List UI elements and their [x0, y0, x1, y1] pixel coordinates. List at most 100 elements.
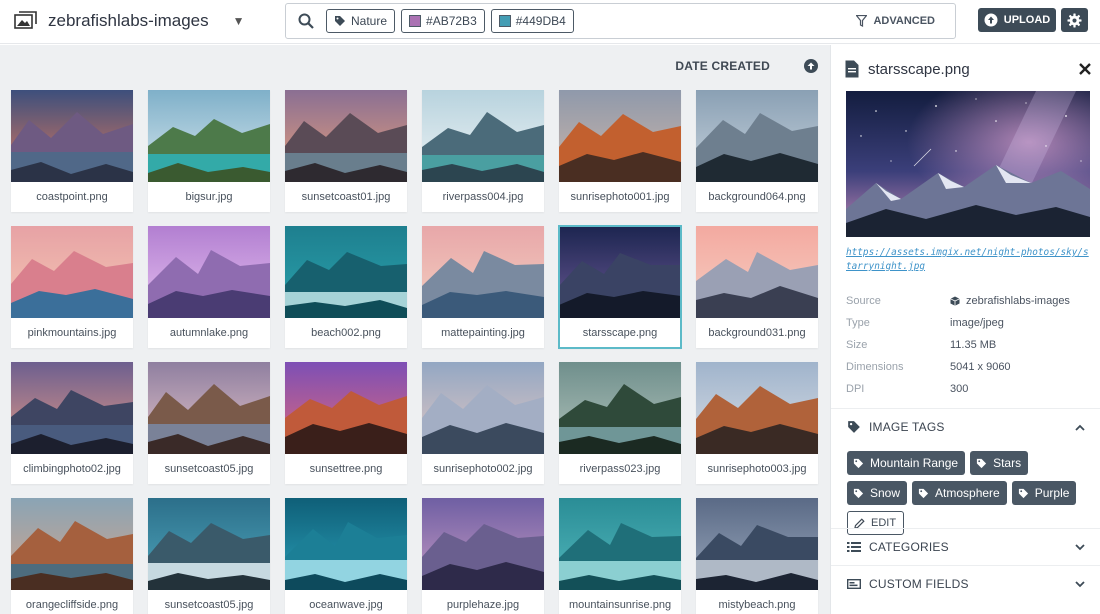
- tag-list: Mountain Range Stars Snow Atmosphere Pur…: [831, 445, 1093, 535]
- image-filename: riverpass004.jpg: [442, 191, 524, 203]
- categories-section: CATEGORIES: [831, 528, 1100, 565]
- source-switcher[interactable]: zebrafishlabs-images ▼: [14, 8, 245, 34]
- image-card[interactable]: coastpoint.png: [11, 90, 133, 212]
- meta-value: zebrafishlabs-images: [950, 295, 1070, 307]
- image-filename: oceanwave.jpg: [309, 599, 383, 611]
- image-thumbnail: [285, 498, 407, 590]
- image-thumbnail: [11, 90, 133, 182]
- source-name: zebrafishlabs-images: [48, 11, 209, 30]
- chevron-down-icon: [1075, 580, 1085, 587]
- section-title: CATEGORIES: [869, 540, 949, 554]
- search-bar[interactable]: Nature #AB72B3 #449DB4 ADVANCED: [285, 3, 956, 39]
- metadata-list: Source zebrafishlabs-images Type image/j…: [846, 290, 1090, 400]
- sort-direction-button[interactable]: [804, 59, 818, 73]
- sort-field-button[interactable]: DATE CREATED: [675, 59, 770, 73]
- sort-bar: DATE CREATED: [675, 59, 818, 73]
- image-card[interactable]: pinkmountains.jpg: [11, 226, 133, 348]
- image-tags-header[interactable]: IMAGE TAGS: [831, 409, 1100, 445]
- image-card[interactable]: sunrisephoto002.jpg: [422, 362, 544, 484]
- image-card[interactable]: riverpass023.jpg: [559, 362, 681, 484]
- image-details-panel: starsscape.png https://assets.imgix.net/…: [830, 45, 1100, 614]
- meta-row-dpi: DPI 300: [846, 378, 1090, 400]
- image-thumbnail: [11, 226, 133, 318]
- image-card[interactable]: mountainsunrise.png: [559, 498, 681, 614]
- image-filename: pinkmountains.jpg: [27, 327, 117, 339]
- image-filename: background031.png: [708, 327, 806, 339]
- image-card[interactable]: mattepainting.jpg: [422, 226, 544, 348]
- image-preview: [846, 91, 1090, 237]
- image-card[interactable]: riverpass004.jpg: [422, 90, 544, 212]
- top-bar: zebrafishlabs-images ▼ Nature #AB72B3 #4…: [0, 0, 1100, 44]
- image-card[interactable]: background064.png: [696, 90, 818, 212]
- section-title: IMAGE TAGS: [869, 420, 945, 434]
- image-thumbnail: [422, 90, 544, 182]
- categories-header[interactable]: CATEGORIES: [831, 529, 1100, 565]
- image-browser: DATE CREATED coastpoint.png bigsur.jpg s…: [0, 45, 830, 614]
- image-filename: sunrisephoto003.jpg: [707, 463, 807, 475]
- tag-label: Mountain Range: [870, 456, 959, 470]
- image-tag[interactable]: Purple: [1011, 481, 1077, 505]
- search-chip-color[interactable]: #AB72B3: [401, 9, 485, 33]
- meta-key: DPI: [846, 383, 865, 395]
- image-card[interactable]: sunsetcoast05.jpg: [148, 498, 270, 614]
- file-icon: [845, 60, 859, 78]
- upload-label: UPLOAD: [1003, 14, 1051, 26]
- image-card[interactable]: climbingphoto02.jpg: [11, 362, 133, 484]
- image-card[interactable]: background031.png: [696, 226, 818, 348]
- advanced-label: ADVANCED: [873, 15, 935, 27]
- image-filename: mistybeach.png: [718, 599, 796, 611]
- image-card[interactable]: sunrisephoto003.jpg: [696, 362, 818, 484]
- image-card[interactable]: sunsettree.png: [285, 362, 407, 484]
- image-filename: sunrisephoto001.jpg: [570, 191, 670, 203]
- image-filename: sunsetcoast05.jpg: [164, 463, 254, 475]
- image-thumbnail: [148, 498, 270, 590]
- image-thumbnail: [696, 362, 818, 454]
- image-card[interactable]: oceanwave.jpg: [285, 498, 407, 614]
- image-card[interactable]: starsscape.png: [558, 225, 682, 349]
- image-card[interactable]: bigsur.jpg: [148, 90, 270, 212]
- color-swatch: [498, 15, 511, 27]
- image-card[interactable]: sunrisephoto001.jpg: [559, 90, 681, 212]
- chevron-down-icon: ▼: [232, 14, 245, 28]
- upload-button[interactable]: UPLOAD: [978, 8, 1056, 32]
- image-card[interactable]: beach002.png: [285, 226, 407, 348]
- image-thumbnail: [285, 362, 407, 454]
- asset-url-link[interactable]: https://assets.imgix.net/night-photos/sk…: [846, 246, 1090, 274]
- tag-icon: [848, 421, 860, 433]
- image-thumbnail: [559, 90, 681, 182]
- image-card[interactable]: orangecliffside.png: [11, 498, 133, 614]
- image-tag[interactable]: Stars: [970, 451, 1029, 475]
- image-tag[interactable]: Atmosphere: [912, 481, 1007, 505]
- image-card[interactable]: purplehaze.jpg: [422, 498, 544, 614]
- cube-icon: [950, 296, 960, 306]
- image-thumbnail: [285, 226, 407, 318]
- search-chip-color[interactable]: #449DB4: [490, 9, 574, 33]
- search-button[interactable]: [286, 4, 326, 38]
- image-filename: sunsettree.png: [309, 463, 383, 475]
- custom-fields-header[interactable]: CUSTOM FIELDS: [831, 566, 1100, 602]
- image-filename: sunsetcoast01.jpg: [301, 191, 391, 203]
- image-card[interactable]: mistybeach.png: [696, 498, 818, 614]
- meta-key: Source: [846, 295, 881, 307]
- image-thumbnail: [148, 226, 270, 318]
- image-card[interactable]: sunsetcoast05.jpg: [148, 362, 270, 484]
- tag-label: Stars: [993, 456, 1022, 470]
- image-card[interactable]: sunsetcoast01.jpg: [285, 90, 407, 212]
- image-filename: sunrisephoto002.jpg: [433, 463, 533, 475]
- search-chip-tag[interactable]: Nature: [326, 9, 396, 33]
- image-tag[interactable]: Mountain Range: [847, 451, 966, 475]
- advanced-search-button[interactable]: ADVANCED: [856, 4, 935, 38]
- tag-icon: [335, 16, 345, 26]
- image-card[interactable]: autumnlake.png: [148, 226, 270, 348]
- image-thumbnail: [559, 362, 681, 454]
- close-button[interactable]: [1077, 61, 1093, 77]
- meta-value: image/jpeg: [950, 317, 1004, 329]
- arrow-up-icon: [807, 62, 815, 70]
- source-value: zebrafishlabs-images: [966, 295, 1070, 307]
- image-thumbnail: [559, 498, 681, 590]
- image-thumbnail: [422, 498, 544, 590]
- image-tag[interactable]: Snow: [847, 481, 908, 505]
- funnel-icon: [856, 15, 868, 27]
- image-filename: autumnlake.png: [169, 327, 249, 339]
- settings-button[interactable]: [1061, 8, 1088, 32]
